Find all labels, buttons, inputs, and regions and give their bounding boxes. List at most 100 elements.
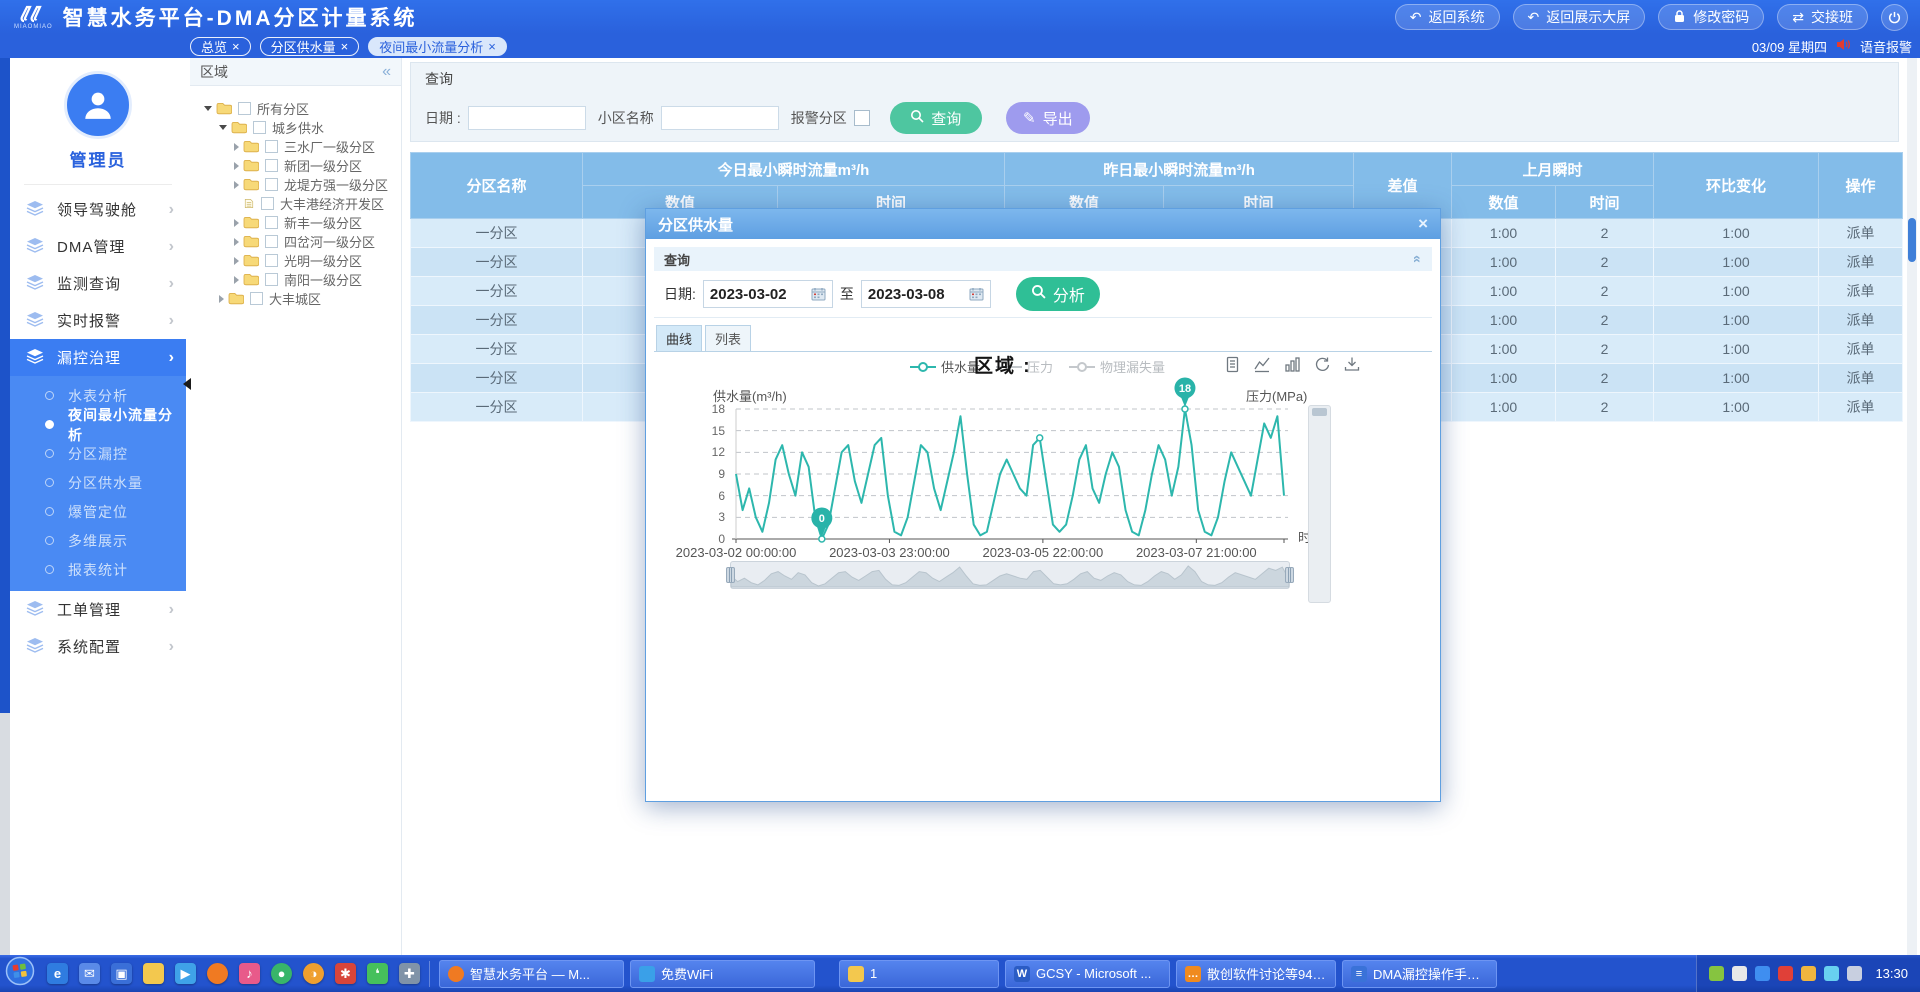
tab-curve[interactable]: 曲线	[656, 325, 702, 352]
tree-expanded-arrow-icon[interactable]	[219, 125, 227, 130]
tree-node-城乡供水[interactable]: 城乡供水	[198, 118, 397, 137]
tab-close-icon[interactable]: ×	[341, 40, 349, 53]
tree-expanded-arrow-icon[interactable]	[204, 106, 212, 111]
browser-icon[interactable]: ◑	[303, 963, 324, 984]
tree-collapsed-arrow-icon[interactable]	[219, 295, 224, 303]
line-chart-icon[interactable]	[1254, 356, 1271, 378]
tree-collapsed-arrow-icon[interactable]	[234, 219, 239, 227]
tree-node-四岔河一级分区[interactable]: 四岔河一级分区	[198, 232, 397, 251]
analyze-button[interactable]: 分析	[1016, 277, 1100, 311]
tree-collapsed-arrow-icon[interactable]	[234, 162, 239, 170]
tree-node-南阳一级分区[interactable]: 南阳一级分区	[198, 270, 397, 289]
dispatch-link[interactable]: 派单	[1847, 341, 1875, 357]
tree-node-所有分区[interactable]: 所有分区	[198, 99, 397, 118]
tree-checkbox[interactable]	[250, 292, 263, 305]
col-header-name[interactable]: 分区名称	[411, 153, 583, 219]
back-bigscreen-button[interactable]: ↶ 返回展示大屏	[1513, 4, 1646, 30]
tray-icon-0[interactable]	[1709, 966, 1724, 981]
tray-icon-6[interactable]	[1847, 966, 1862, 981]
task-window-4[interactable]: …散创软件讨论等94个...	[1176, 960, 1336, 988]
sidebar-item-实时报警[interactable]: 实时报警›	[10, 302, 186, 339]
modal-close-icon[interactable]: ×	[1418, 214, 1428, 234]
calendar-icon[interactable]	[969, 287, 984, 301]
date-from-input[interactable]: 2023-03-02	[703, 280, 833, 308]
tree-node-龙堤方强一级分区[interactable]: 龙堤方强一级分区	[198, 175, 397, 194]
dispatch-link[interactable]: 派单	[1847, 399, 1875, 415]
dispatch-link[interactable]: 派单	[1847, 370, 1875, 386]
tree-node-三水厂一级分区[interactable]: 三水厂一级分区	[198, 137, 397, 156]
dispatch-link[interactable]: 派单	[1847, 225, 1875, 241]
tree-checkbox[interactable]	[265, 178, 278, 191]
tree-node-大丰城区[interactable]: 大丰城区	[198, 289, 397, 308]
search-button[interactable]: 查询	[890, 102, 982, 134]
firefox-icon[interactable]	[207, 963, 228, 984]
start-button[interactable]	[5, 956, 35, 991]
tree-checkbox[interactable]	[238, 102, 251, 115]
community-input[interactable]	[661, 106, 779, 130]
tree-checkbox[interactable]	[265, 254, 278, 267]
col-header-today[interactable]: 今日最小瞬时流量m³/h	[583, 153, 1005, 186]
sidebar-subitem-报表统计[interactable]: 报表统计	[10, 555, 186, 584]
tree-collapsed-arrow-icon[interactable]	[234, 257, 239, 265]
tray-icon-4[interactable]	[1801, 966, 1816, 981]
sidebar-item-领导驾驶舱[interactable]: 领导驾驶舱›	[10, 191, 186, 228]
alarm-partition-checkbox[interactable]	[854, 110, 870, 126]
messenger-icon[interactable]: ❛	[367, 963, 388, 984]
col-header-lastmonth[interactable]: 上月瞬时	[1452, 153, 1654, 186]
sidebar-item-DMA管理[interactable]: DMA管理›	[10, 228, 186, 265]
calendar-icon[interactable]	[811, 287, 826, 301]
legend-item-物理漏失量[interactable]: 物理漏失量	[1069, 357, 1165, 376]
date-input[interactable]	[468, 106, 586, 130]
tree-node-新丰一级分区[interactable]: 新丰一级分区	[198, 213, 397, 232]
col-header-action[interactable]: 操作	[1819, 153, 1903, 219]
sidebar-item-监测查询[interactable]: 监测查询›	[10, 265, 186, 302]
dispatch-link[interactable]: 派单	[1847, 283, 1875, 299]
sidebar-subitem-夜间最小流量分析[interactable]: 夜间最小流量分析	[10, 410, 186, 439]
tree-checkbox[interactable]	[265, 216, 278, 229]
back-system-button[interactable]: ↶ 返回系统	[1395, 4, 1500, 30]
voice-alarm-label[interactable]: 语音报警	[1860, 37, 1912, 56]
sidebar-subitem-爆管定位[interactable]: 爆管定位	[10, 497, 186, 526]
folder-icon[interactable]	[143, 963, 164, 984]
line-chart[interactable]: 018	[732, 405, 1288, 545]
tray-icon-5[interactable]	[1824, 966, 1839, 981]
export-button[interactable]: ✎ 导出	[1006, 102, 1090, 134]
col-header-mom[interactable]: 环比变化	[1654, 153, 1819, 219]
dispatch-link[interactable]: 派单	[1847, 312, 1875, 328]
nav-tab-1[interactable]: 分区供水量×	[260, 37, 360, 56]
tree-collapsed-arrow-icon[interactable]	[234, 276, 239, 284]
date-to-input[interactable]: 2023-03-08	[861, 280, 991, 308]
tree-checkbox[interactable]	[265, 159, 278, 172]
dispatch-link[interactable]: 派单	[1847, 254, 1875, 270]
datazoom-handle-right[interactable]	[1285, 567, 1294, 583]
shift-change-button[interactable]: ⇄ 交接班	[1777, 4, 1868, 30]
vertical-scrollbar-track[interactable]	[1907, 58, 1917, 955]
save-image-icon[interactable]	[1344, 356, 1361, 378]
tools-icon[interactable]: ✚	[399, 963, 420, 984]
restore-icon[interactable]	[1314, 356, 1331, 378]
tree-node-大丰港经济开发区[interactable]: 大丰港经济开发区	[198, 194, 397, 213]
sidebar-item-系统配置[interactable]: 系统配置›	[10, 628, 186, 665]
internet-explorer-icon[interactable]: e	[47, 963, 68, 984]
tab-close-icon[interactable]: ×	[488, 40, 496, 53]
datazoom-handle-left[interactable]	[726, 567, 735, 583]
nav-tab-2[interactable]: 夜间最小流量分析×	[368, 37, 507, 56]
task-window-2[interactable]: 1	[839, 960, 999, 988]
pinwheel-icon[interactable]: ✱	[335, 963, 356, 984]
sidebar-item-漏控治理[interactable]: 漏控治理›	[10, 339, 186, 376]
tree-checkbox[interactable]	[253, 121, 266, 134]
tree-checkbox[interactable]	[265, 273, 278, 286]
sidebar-subitem-多维展示[interactable]: 多维展示	[10, 526, 186, 555]
tree-node-光明一级分区[interactable]: 光明一级分区	[198, 251, 397, 270]
tray-icon-3[interactable]	[1778, 966, 1793, 981]
panel-collapse-icon[interactable]: «	[382, 63, 391, 81]
subcol-lastmonth-value[interactable]: 数值	[1452, 186, 1556, 219]
tree-collapsed-arrow-icon[interactable]	[234, 143, 239, 151]
sidebar-subitem-分区供水量[interactable]: 分区供水量	[10, 468, 186, 497]
desktop-icon[interactable]: ▣	[111, 963, 132, 984]
panel-collapse-up-icon[interactable]: «	[1410, 255, 1426, 263]
task-window-5[interactable]: ≡DMA漏控操作手册....	[1342, 960, 1497, 988]
sidebar-collapse-handle[interactable]	[183, 378, 191, 390]
tab-close-icon[interactable]: ×	[232, 40, 240, 53]
bar-chart-icon[interactable]	[1284, 356, 1301, 378]
